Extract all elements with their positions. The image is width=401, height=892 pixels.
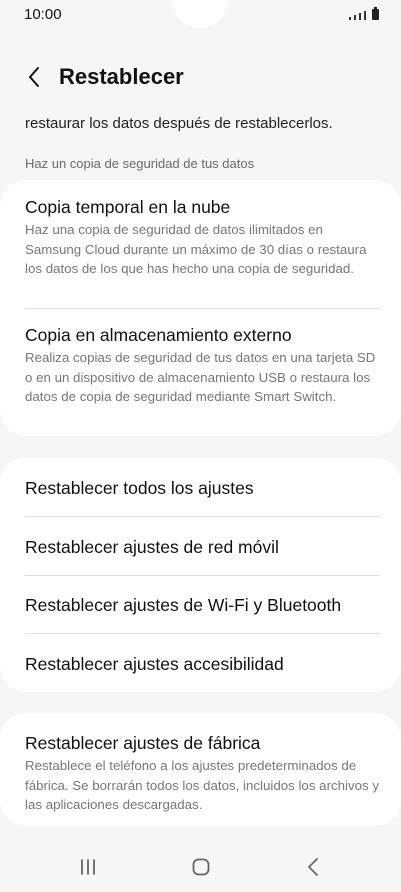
- list-item-factory-reset[interactable]: Restablecer ajustes de fábrica Restablec…: [25, 732, 380, 815]
- home-icon: [192, 858, 210, 876]
- camera-notch: [172, 0, 228, 28]
- app-header: Restablecer: [0, 60, 401, 96]
- factory-reset-card: Restablecer ajustes de fábrica Restablec…: [0, 713, 401, 826]
- page-title: Restablecer: [59, 64, 184, 89]
- home-button[interactable]: [191, 857, 211, 877]
- divider: [25, 633, 380, 634]
- battery-icon: [372, 7, 379, 20]
- back-button[interactable]: [22, 62, 46, 92]
- back-icon: [308, 858, 318, 876]
- divider: [25, 308, 380, 309]
- intro-text: restaurar los datos después de restablec…: [25, 115, 333, 132]
- recents-icon: [81, 859, 95, 875]
- list-item-external-backup[interactable]: Copia en almacenamiento externo Realiza …: [25, 324, 380, 407]
- item-title: Copia temporal en la nube: [25, 197, 231, 217]
- reset-options-card: Restablecer todos los ajustes Restablece…: [0, 458, 401, 692]
- list-item-reset-accessibility[interactable]: Restablecer ajustes accesibilidad: [25, 653, 284, 675]
- status-time: 10:00: [24, 6, 62, 23]
- item-description: Haz una copia de seguridad de datos ilim…: [25, 222, 367, 276]
- list-item-reset-mobile-network[interactable]: Restablecer ajustes de red móvil: [25, 536, 279, 558]
- navigation-bar: [0, 845, 401, 892]
- list-item-reset-wifi-bluetooth[interactable]: Restablecer ajustes de Wi-Fi y Bluetooth: [25, 594, 341, 616]
- list-item-cloud-backup[interactable]: Copia temporal en la nube Haz una copia …: [25, 196, 380, 279]
- item-title: Copia en almacenamiento externo: [25, 325, 292, 345]
- item-title: Restablecer ajustes de fábrica: [25, 733, 261, 753]
- system-back-button[interactable]: [305, 857, 321, 877]
- item-description: Restablece el teléfono a los ajustes pre…: [25, 758, 380, 812]
- status-icons: [349, 7, 379, 20]
- divider: [25, 575, 380, 576]
- chevron-left-icon: [29, 67, 39, 87]
- backup-card: Copia temporal en la nube Haz una copia …: [0, 180, 401, 436]
- status-bar: 10:00: [0, 0, 401, 34]
- list-item-reset-all-settings[interactable]: Restablecer todos los ajustes: [25, 477, 254, 499]
- divider: [25, 516, 380, 517]
- item-description: Realiza copias de seguridad de tus datos…: [25, 350, 376, 404]
- recents-button[interactable]: [78, 857, 98, 877]
- section-header-backup: Haz un copia de seguridad de tus datos: [25, 156, 255, 171]
- signal-icon: [349, 17, 351, 20]
